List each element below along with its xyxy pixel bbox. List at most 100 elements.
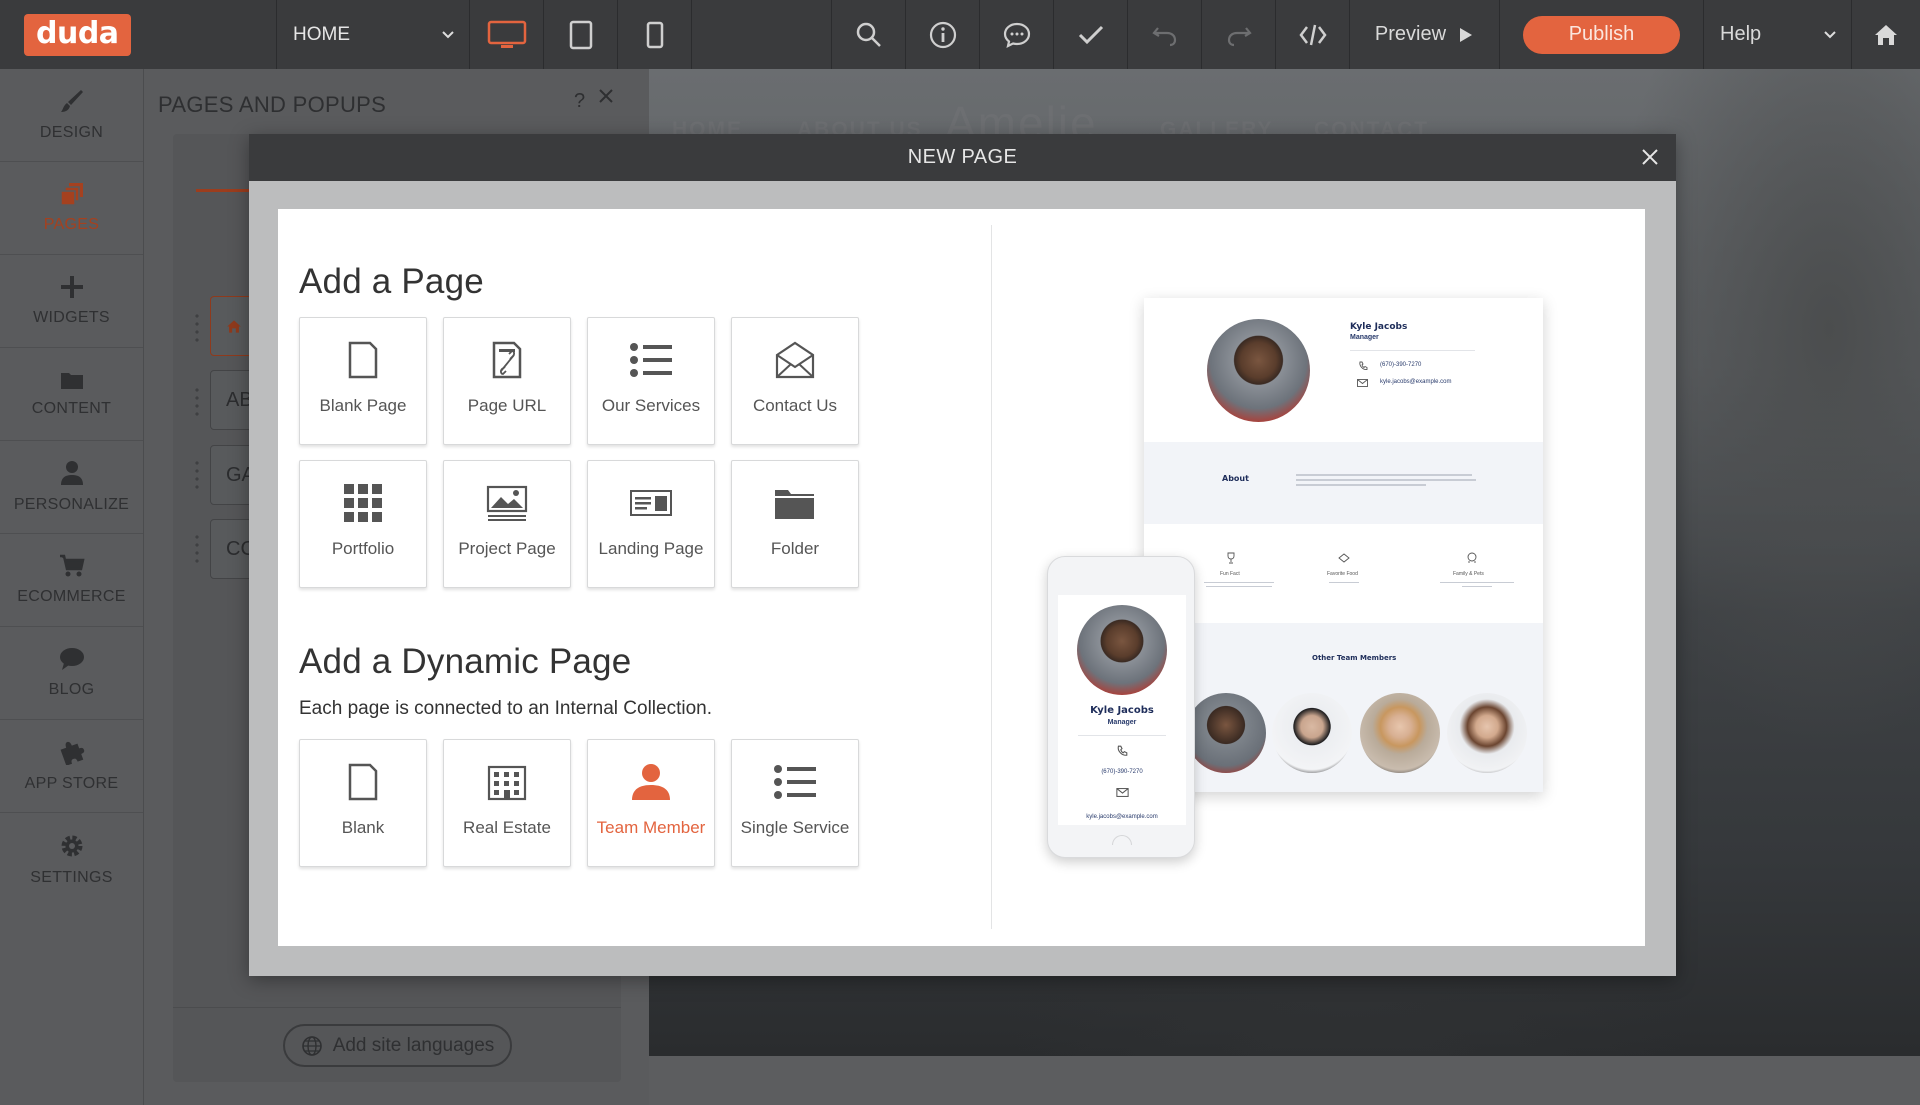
about-section: About — [1144, 442, 1543, 524]
page-selector[interactable]: HOME — [277, 0, 470, 69]
profile-photo — [1207, 319, 1310, 422]
puzzle-icon — [60, 741, 84, 765]
grid-icon — [344, 484, 382, 522]
developer-mode-button[interactable] — [1276, 0, 1350, 69]
search-button[interactable] — [832, 0, 906, 69]
help-menu[interactable]: Help — [1704, 0, 1852, 69]
chevron-down-icon — [442, 30, 454, 38]
undo-button[interactable] — [1128, 0, 1202, 69]
mail-icon — [1116, 788, 1129, 797]
tile-real-estate[interactable]: Real Estate — [443, 739, 571, 867]
pages-panel-title: PAGES AND POPUPS — [158, 92, 387, 117]
profile-divider — [1078, 735, 1166, 736]
add-dynamic-page-heading: Add a Dynamic Page — [299, 642, 632, 681]
comments-button[interactable] — [980, 0, 1054, 69]
drag-handle-icon[interactable] — [194, 312, 200, 344]
profile-phone: (670)-390-7270 — [1101, 769, 1143, 775]
team-heading: Other Team Members — [1312, 654, 1397, 662]
tile-blank-page[interactable]: Blank Page — [299, 317, 427, 445]
tile-page-url[interactable]: Page URL — [443, 317, 571, 445]
chevron-down-icon — [1824, 30, 1836, 38]
add-page-heading: Add a Page — [299, 262, 484, 301]
drag-handle-icon[interactable] — [194, 459, 200, 491]
page-link-icon — [492, 341, 522, 379]
tile-label: Portfolio — [331, 539, 395, 558]
info-icon — [929, 21, 956, 48]
tile-contact-us[interactable]: Contact Us — [731, 317, 859, 445]
drag-handle-icon[interactable] — [194, 386, 200, 418]
sidebar-item-ecommerce[interactable]: ECOMMERCE — [0, 534, 143, 627]
duda-logo[interactable]: duda — [24, 13, 131, 56]
tile-project-page[interactable]: Project Page — [443, 460, 571, 588]
template-preview-mobile: Kyle Jacobs Manager (670)-390-7270 kyle.… — [1047, 556, 1195, 858]
pages-panel-help-button[interactable]: ? — [574, 90, 585, 113]
mobile-view-button[interactable] — [618, 0, 692, 69]
sidebar-item-label: BLOG — [48, 681, 95, 698]
profile-role: Manager — [1350, 334, 1379, 341]
tile-team-member[interactable]: Team Member — [587, 739, 715, 867]
modal-title: NEW PAGE — [907, 146, 1018, 168]
mail-icon — [1357, 379, 1368, 387]
tile-portfolio[interactable]: Portfolio — [299, 460, 427, 588]
info-button[interactable] — [906, 0, 980, 69]
sidebar-item-pages[interactable]: PAGES — [0, 162, 155, 255]
sidebar-item-settings[interactable]: SETTINGS — [0, 813, 143, 906]
desktop-icon — [487, 20, 526, 48]
preview-button[interactable]: Preview — [1350, 0, 1500, 69]
tile-label: Blank — [341, 818, 385, 837]
tile-landing-page[interactable]: Landing Page — [587, 460, 715, 588]
publish-button[interactable]: Publish — [1523, 15, 1680, 54]
help-label: Help — [1720, 23, 1762, 45]
sidebar-item-content[interactable]: CONTENT — [0, 348, 143, 441]
about-text-line — [1296, 474, 1472, 476]
dashboard-home-button[interactable] — [1852, 0, 1920, 69]
close-icon[interactable] — [1640, 147, 1660, 167]
blank-page-icon — [348, 341, 378, 379]
home-icon — [1875, 24, 1897, 45]
blank-page-icon — [348, 763, 378, 801]
top-toolbar: duda HOME Preview Publish Help — [0, 0, 1920, 69]
page-selector-value: HOME — [293, 23, 350, 45]
list-icon — [630, 343, 672, 377]
about-heading: About — [1222, 474, 1249, 483]
team-photo — [1360, 693, 1440, 773]
add-site-languages-button[interactable]: Add site languages — [283, 1024, 512, 1067]
tile-our-services[interactable]: Our Services — [587, 317, 715, 445]
code-icon — [1298, 24, 1327, 45]
fact-text-line — [1462, 586, 1492, 587]
cart-icon — [59, 554, 85, 577]
sidebar-item-app-store[interactable]: APP STORE — [0, 720, 143, 813]
mobile-icon — [646, 21, 663, 48]
image-icon — [486, 485, 528, 521]
drag-handle-icon[interactable] — [194, 533, 200, 565]
tile-label: Blank Page — [319, 396, 407, 415]
phone-home-button — [1112, 835, 1132, 845]
approve-button[interactable] — [1054, 0, 1128, 69]
sidebar-item-blog[interactable]: BLOG — [0, 627, 143, 720]
sidebar-item-widgets[interactable]: WIDGETS — [0, 255, 143, 348]
list-icon — [774, 765, 816, 799]
pet-icon — [1467, 552, 1477, 563]
redo-button[interactable] — [1202, 0, 1276, 69]
profile-name: Kyle Jacobs — [1350, 322, 1408, 332]
tile-folder[interactable]: Folder — [731, 460, 859, 588]
fact-text-line — [1440, 582, 1514, 583]
profile-divider — [1350, 350, 1475, 351]
desktop-view-button[interactable] — [470, 0, 544, 69]
about-text-line — [1296, 484, 1426, 486]
close-icon[interactable] — [598, 88, 614, 104]
panel-divider — [173, 1007, 621, 1008]
landing-page-icon — [630, 490, 672, 516]
tablet-view-button[interactable] — [544, 0, 618, 69]
sidebar-item-label: PAGES — [43, 216, 100, 233]
sidebar-item-design[interactable]: DESIGN — [0, 69, 143, 162]
profile-role: Manager — [1107, 719, 1137, 726]
globe-icon — [301, 1035, 322, 1056]
tile-dynamic-blank[interactable]: Blank — [299, 739, 427, 867]
redo-icon — [1227, 26, 1252, 46]
tile-single-service[interactable]: Single Service — [731, 739, 859, 867]
tile-label: Real Estate — [463, 818, 551, 837]
profile-email: kyle.jacobs@example.com — [1380, 379, 1452, 385]
home-icon — [227, 319, 241, 333]
sidebar-item-personalize[interactable]: PERSONALIZE — [0, 441, 143, 534]
